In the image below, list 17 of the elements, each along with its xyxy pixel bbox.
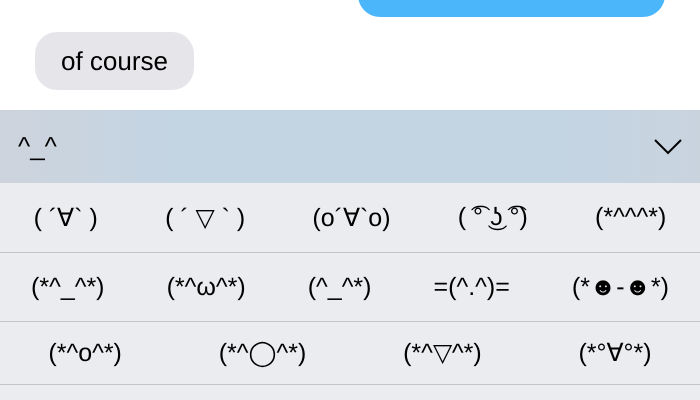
kaomoji-candidate[interactable]: ( ͡° ͜ʖ ͡°): [456, 199, 530, 236]
current-kaomoji: ^_^: [18, 131, 57, 162]
kaomoji-candidate[interactable]: (*^ω^*): [164, 268, 248, 306]
kaomoji-candidate[interactable]: =(^.^)=: [432, 268, 512, 306]
kaomoji-candidate[interactable]: (*^_^*): [29, 268, 107, 306]
kaomoji-candidate[interactable]: (o´∀`o): [310, 198, 393, 236]
kaomoji-candidate[interactable]: ( ´∀` ): [32, 198, 100, 236]
kaomoji-candidate[interactable]: (*°∀°*): [576, 334, 654, 372]
kaomoji-candidate[interactable]: (*^o^*): [46, 334, 124, 372]
message-bubble: of course: [35, 32, 194, 90]
chevron-down-icon[interactable]: [654, 138, 682, 154]
kaomoji-candidate[interactable]: (^_^*): [306, 268, 374, 306]
kaomoji-candidate[interactable]: (*^^^*): [593, 199, 668, 236]
kaomoji-candidate[interactable]: (*☻-☻*): [570, 268, 671, 306]
kaomoji-candidate[interactable]: ( ´ ▽ ` ): [163, 198, 248, 236]
kaomoji-candidate[interactable]: (*^◯^*): [216, 334, 308, 372]
kaomoji-candidate[interactable]: (*^▽^*): [401, 334, 484, 372]
